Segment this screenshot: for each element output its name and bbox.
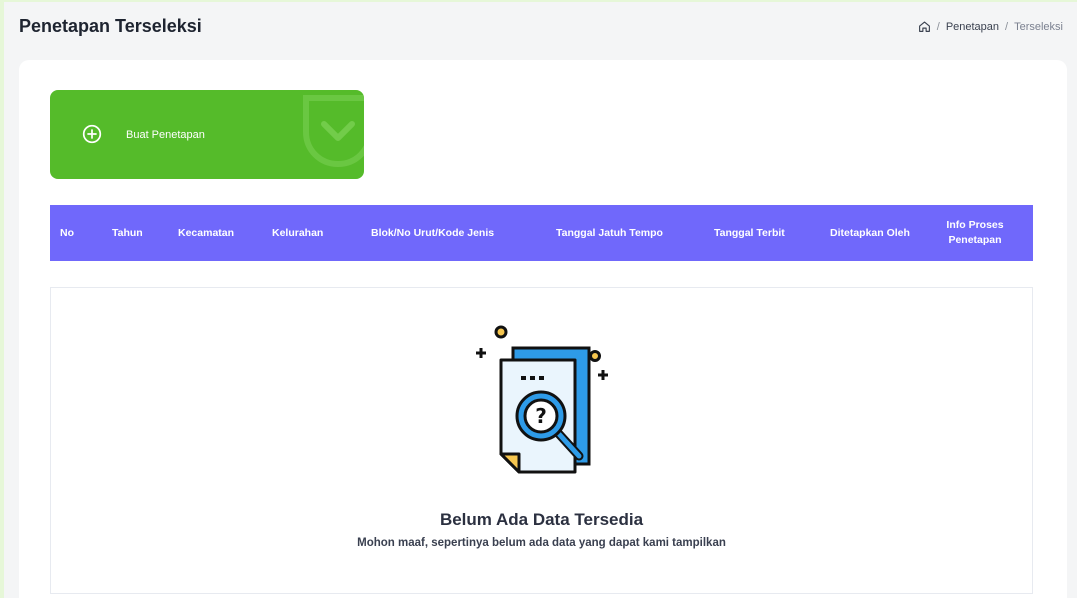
col-header-ditetapkan-oleh[interactable]: Ditetapkan Oleh xyxy=(830,226,910,241)
svg-text:?: ? xyxy=(535,404,547,428)
col-header-no[interactable]: No xyxy=(60,226,74,241)
breadcrumb-separator: / xyxy=(1005,20,1009,33)
table-body xyxy=(50,261,1033,288)
shield-check-icon xyxy=(303,95,364,168)
create-penetapan-label: Buat Penetapan xyxy=(126,129,205,141)
page-title: Penetapan Terseleksi xyxy=(19,16,202,36)
data-table: No Tahun Kecamatan Kelurahan Blok/No Uru… xyxy=(50,205,1033,288)
home-icon[interactable] xyxy=(918,20,931,33)
breadcrumb-item-penetapan[interactable]: Penetapan xyxy=(946,21,999,33)
empty-state-message: Mohon maaf, sepertinya belum ada data ya… xyxy=(357,537,726,549)
document-search-icon: ? xyxy=(476,325,608,474)
create-penetapan-button[interactable]: Buat Penetapan xyxy=(50,90,364,179)
table-header: No Tahun Kecamatan Kelurahan Blok/No Uru… xyxy=(50,205,1033,261)
col-header-tanggal-terbit[interactable]: Tanggal Terbit xyxy=(714,226,785,241)
content-card: Buat Penetapan No Tahun Kecamatan Kelura… xyxy=(19,60,1067,598)
col-header-kelurahan[interactable]: Kelurahan xyxy=(272,226,323,241)
page: Penetapan Terseleksi / Penetapan / Terse… xyxy=(0,0,1077,598)
empty-state: ? Belum Ada Data Tersedia Mohon maaf, se… xyxy=(50,288,1033,594)
col-header-blok[interactable]: Blok/No Urut/Kode Jenis xyxy=(371,226,494,241)
empty-state-title: Belum Ada Data Tersedia xyxy=(439,510,644,529)
breadcrumb-item-terseleksi: Terseleksi xyxy=(1014,20,1063,33)
plus-circle-icon xyxy=(82,124,102,144)
breadcrumb: / Penetapan / Terseleksi xyxy=(918,20,1063,33)
col-header-tahun[interactable]: Tahun xyxy=(112,226,143,241)
col-header-jatuh-tempo[interactable]: Tanggal Jatuh Tempo xyxy=(556,226,663,241)
breadcrumb-separator: / xyxy=(936,20,940,33)
col-header-kecamatan[interactable]: Kecamatan xyxy=(178,226,234,241)
col-header-info-proses[interactable]: Info Proses Penetapan xyxy=(940,218,1010,248)
